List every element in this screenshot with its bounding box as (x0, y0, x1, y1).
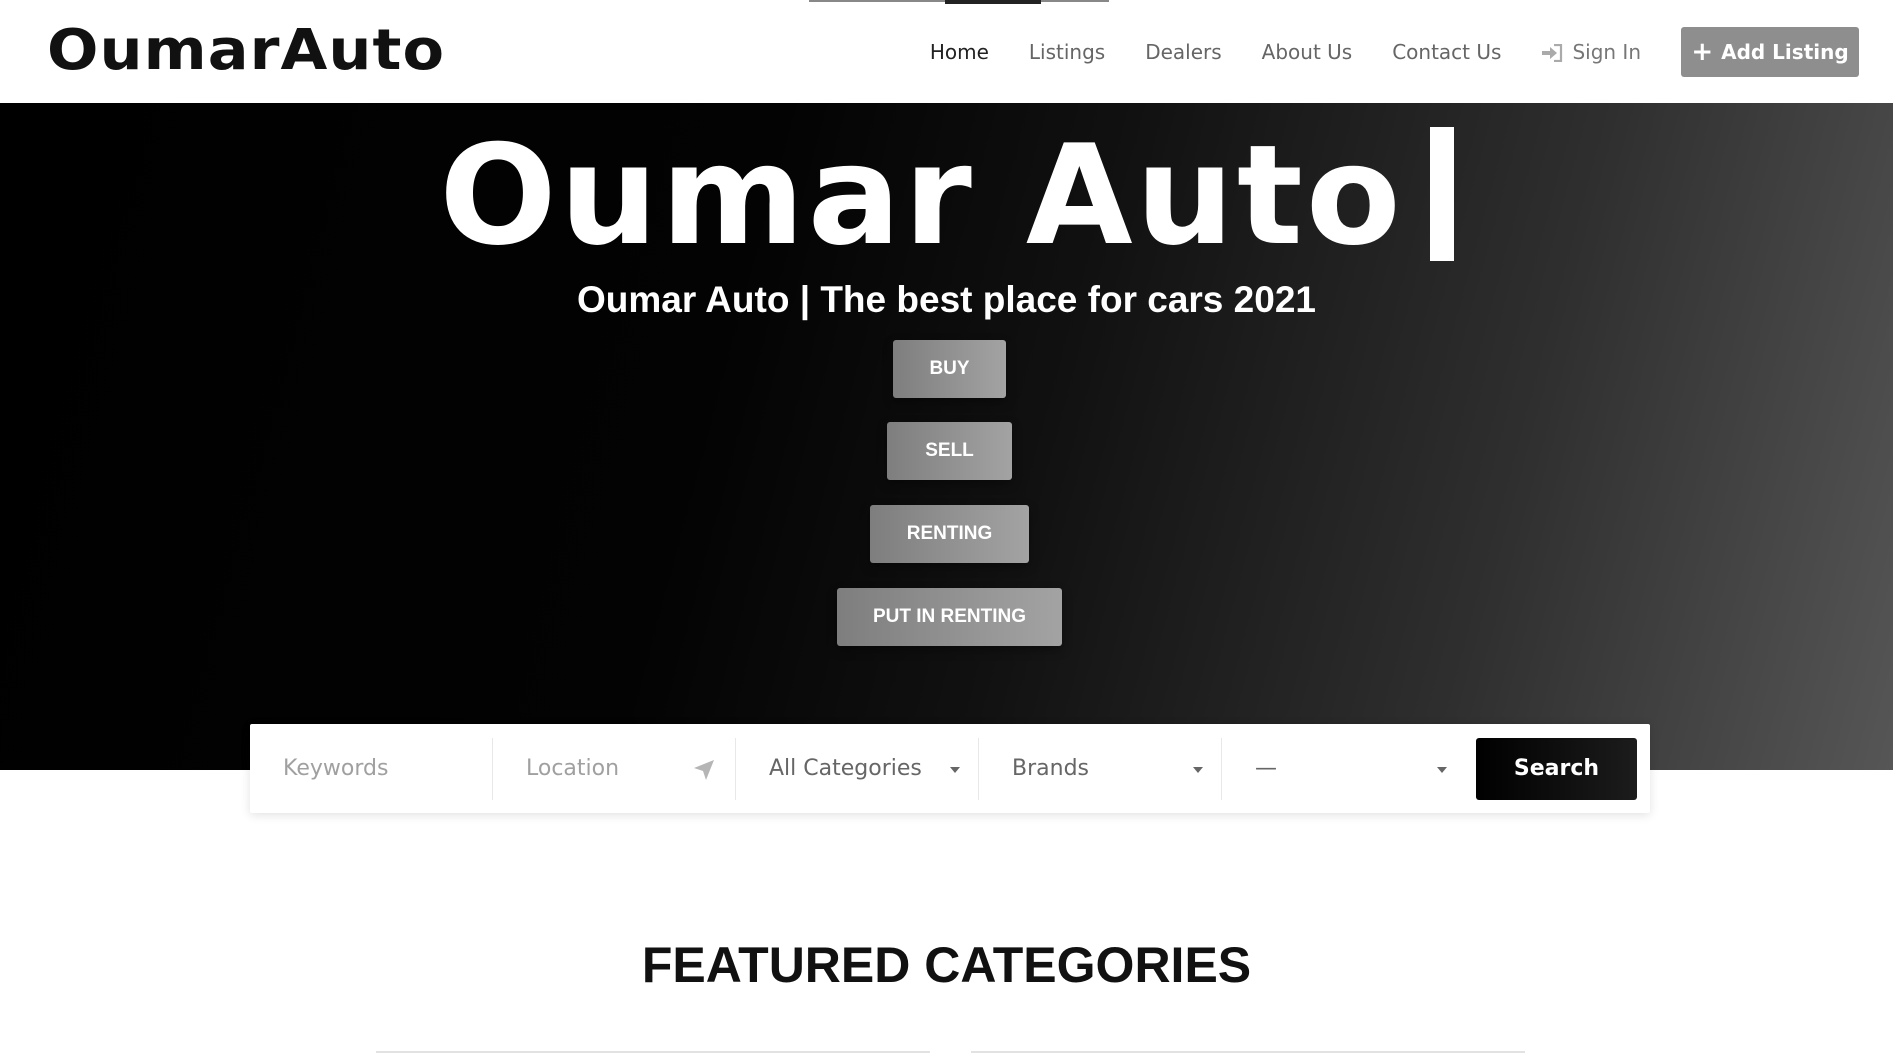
category-select-value: All Categories (769, 756, 922, 781)
chevron-down-icon (1437, 766, 1447, 773)
sign-in-icon (1541, 43, 1563, 62)
typing-cursor (1429, 127, 1454, 261)
search-button[interactable]: Search (1476, 737, 1637, 800)
brand-select-value: Brands (1012, 756, 1089, 781)
extra-select[interactable]: — (1222, 738, 1465, 800)
chevron-down-icon (950, 766, 960, 773)
main-nav: Home Listings Dealers About Us Contact U… (930, 0, 1893, 103)
location-input[interactable] (526, 756, 676, 781)
nav-about-us[interactable]: About Us (1262, 40, 1353, 64)
sell-button[interactable]: SELL (887, 422, 1012, 480)
buy-button[interactable]: BUY (893, 340, 1006, 398)
keywords-input[interactable] (283, 756, 492, 781)
listing-search-form: All Categories Brands — Search (250, 724, 1650, 813)
category-card-edge (971, 1051, 1525, 1053)
renting-button[interactable]: RENTING (870, 505, 1029, 563)
hero-section: Oumar Auto Oumar Auto | The best place f… (0, 103, 1893, 770)
extra-select-value: — (1255, 756, 1277, 781)
location-field (493, 737, 736, 800)
plus-icon: + (1691, 36, 1714, 67)
sign-in-label: Sign In (1572, 39, 1641, 64)
category-card-edge (376, 1051, 930, 1053)
featured-categories-heading: FEATURED CATEGORIES (641, 937, 1252, 993)
keywords-field (250, 737, 493, 800)
hero-title: Oumar Auto (0, 111, 1893, 281)
add-listing-button[interactable]: + Add Listing (1681, 26, 1859, 77)
hero-title-text: Oumar Auto (439, 115, 1404, 276)
nav-listings[interactable]: Listings (1029, 40, 1105, 64)
nav-dealers[interactable]: Dealers (1145, 40, 1221, 64)
nav-home[interactable]: Home (930, 40, 989, 64)
location-arrow-icon[interactable] (693, 759, 715, 781)
category-select[interactable]: All Categories (736, 737, 979, 800)
sign-in-link[interactable]: Sign In (1541, 40, 1641, 64)
site-logo[interactable]: OumarAuto (47, 18, 445, 84)
chevron-down-icon (1193, 766, 1203, 773)
put-in-renting-button[interactable]: PUT IN RENTING (837, 588, 1062, 646)
site-header: OumarAuto Home Listings Dealers About Us… (0, 0, 1893, 103)
brand-select[interactable]: Brands (979, 737, 1222, 800)
hero-subtitle: Oumar Auto | The best place for cars 202… (577, 279, 1316, 320)
nav-contact-us[interactable]: Contact Us (1392, 40, 1501, 64)
add-listing-label: Add Listing (1721, 39, 1849, 64)
